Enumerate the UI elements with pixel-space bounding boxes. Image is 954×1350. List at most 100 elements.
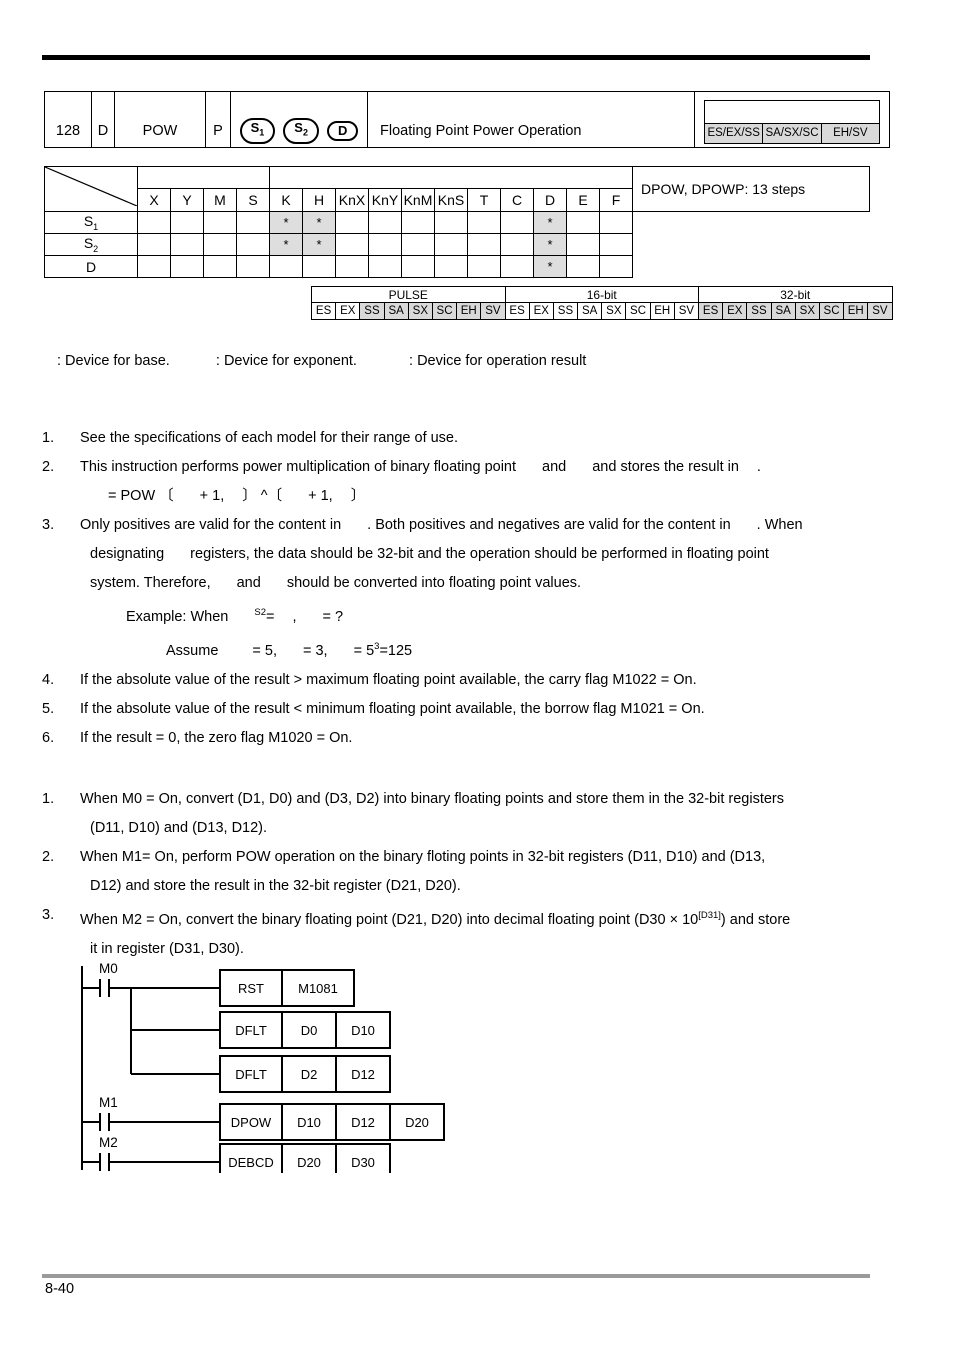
- explanation-item-3: 3. Only positives are valid for the cont…: [40, 511, 920, 540]
- contact-label-m2: M2: [99, 1135, 118, 1150]
- explanation-text-period: .: [756, 459, 761, 475]
- matrix-steps-label: DPOW, DPOWP: 13 steps: [632, 166, 870, 212]
- ladder-cell-d12-2: D12: [351, 1115, 375, 1130]
- explanation-text: If the absolute value of the result > ma…: [80, 666, 920, 695]
- explanation-text-main: This instruction performs power multipli…: [80, 459, 517, 475]
- explanation-text-tail: and stores the result in: [592, 459, 739, 475]
- program-text-line1-b: ) and store: [720, 911, 791, 928]
- model-cell-es-ex-ss: ES/EX/SS: [703, 122, 764, 144]
- header-operands-spacer: [230, 91, 368, 115]
- program-item-2-line2: D12) and store the result in the 32-bit …: [90, 878, 461, 894]
- ladder-cell-d20: D20: [405, 1115, 429, 1130]
- matrix-col-e: E: [566, 188, 600, 212]
- bit32-model-ss: SS: [746, 302, 772, 320]
- assume-b: = 3,: [302, 642, 328, 659]
- matrix-row-filler: [633, 234, 870, 256]
- program-text-line1: When M1= On, perform POW operation on th…: [80, 849, 766, 865]
- explanation-line2-a: designating: [90, 546, 165, 562]
- ladder-diagram: M0 RST M1081 DFLT D0 D10 DFLT D2 D12 M1 …: [76, 958, 496, 1173]
- pulse-model-eh: EH: [456, 302, 482, 320]
- matrix-cell: [401, 255, 435, 278]
- matrix-cell: [203, 211, 237, 234]
- formula-plus-1: + 1,: [199, 488, 225, 504]
- bit16-group-label: 16-bit: [504, 286, 699, 303]
- program-number: 3.: [42, 907, 55, 923]
- example-label: Example: When: [126, 608, 229, 625]
- explanation-item-3-line3: system. Therefore, and should be converted…: [40, 569, 920, 598]
- operand-badge-s2: S2: [283, 118, 319, 144]
- ladder-cell-dpow: DPOW: [231, 1115, 272, 1130]
- matrix-cell-mark: *: [302, 233, 336, 256]
- matrix-cell-mark: *: [269, 211, 303, 234]
- explanation-number: 4.: [42, 671, 55, 688]
- formula-open-2: 〔: [267, 488, 283, 504]
- bit32-model-es: ES: [697, 302, 724, 320]
- bit16-model-ss: SS: [552, 302, 579, 320]
- example-equals: =: [265, 608, 275, 625]
- pulse-bit-table: PULSE 16-bit 32-bit ES EX SS SA SX SC EH…: [310, 286, 893, 320]
- pulse-model-ex: EX: [335, 302, 361, 320]
- contact-label-m0: M0: [99, 961, 118, 976]
- matrix-cell: [566, 233, 600, 256]
- explanation-line3-a: system. Therefore,: [90, 575, 211, 591]
- explanation-text-tail: minimum floating point available, the bo…: [306, 700, 705, 717]
- explanation-number: 6.: [42, 729, 55, 746]
- explanation-number: 3.: [42, 517, 55, 533]
- matrix-cell: [599, 255, 633, 278]
- explanation-item-1: 1. See the specifications of each model …: [40, 424, 920, 453]
- bit32-model-ex: EX: [722, 302, 748, 320]
- explanation-text-main: Only positives are valid for the content…: [80, 517, 342, 533]
- explanation-number: 2.: [42, 459, 55, 475]
- bit16-model-sx: SX: [601, 302, 627, 320]
- matrix-row-filler: [633, 256, 870, 278]
- instruction-header-table: ES/EX/SS SA/SX/SC EH/SV 128 D POW P S1 S…: [44, 91, 890, 148]
- matrix-cell-mark: *: [302, 211, 336, 234]
- explanation-line3-c: should be converted into floating point …: [286, 575, 582, 591]
- instruction-mnemonic: POW: [114, 115, 206, 148]
- model-badge-table: ES/EX/SS SA/SX/SC EH/SV: [703, 99, 881, 144]
- ladder-cell-d20-2: D20: [297, 1155, 321, 1170]
- program-item-2: 2. When M1= On, perform POW operation on…: [40, 843, 920, 872]
- instruction-number: 128: [44, 115, 92, 148]
- formula-close-1: 〕: [242, 488, 257, 504]
- program-number: 1.: [42, 791, 55, 807]
- contact-label-m1: M1: [99, 1095, 118, 1110]
- matrix-col-t: T: [467, 188, 501, 212]
- explanation-item-6: 6. If the result = 0, the zero flag M102…: [40, 724, 920, 753]
- program-text-line1-a: When M2 = On, convert the binary floatin…: [80, 911, 699, 928]
- explanation-text-tail: maximum floating point available, the ca…: [306, 671, 697, 688]
- matrix-cell: [401, 233, 435, 256]
- explanation-item-2: 2. This instruction performs power multi…: [40, 453, 920, 482]
- ladder-cell-d2: D2: [301, 1067, 318, 1082]
- pulse-model-sa: SA: [383, 302, 409, 320]
- matrix-col-x: X: [137, 188, 171, 212]
- matrix-cell-mark: *: [533, 211, 567, 234]
- matrix-cell: [401, 211, 435, 234]
- matrix-cell: [467, 255, 501, 278]
- matrix-cell: [236, 255, 270, 278]
- pulse-model-ss: SS: [359, 302, 385, 320]
- assume-d: =125: [379, 642, 413, 659]
- matrix-cell: [368, 211, 402, 234]
- instruction-description: Floating Point Power Operation: [367, 115, 695, 148]
- matrix-cell: [500, 211, 534, 234]
- page-number: 8-40: [45, 1281, 75, 1297]
- bit32-model-sv: SV: [867, 302, 893, 320]
- formula-caret: ^: [260, 488, 268, 504]
- assume-c: = 5: [353, 642, 375, 659]
- instruction-p-flag: P: [205, 115, 231, 148]
- bit16-model-ex: EX: [528, 302, 554, 320]
- matrix-row-s2: S2 * * *: [44, 233, 870, 256]
- matrix-cell: [236, 233, 270, 256]
- header-description-spacer: [367, 91, 695, 115]
- explanation-text-mid: and: [542, 459, 567, 475]
- bit32-model-sa: SA: [770, 302, 796, 320]
- matrix-rowlabel-s1: S1: [44, 211, 138, 234]
- explanation-line3-b: and: [236, 575, 261, 591]
- bit32-model-sc: SC: [818, 302, 845, 320]
- matrix-cell: [566, 255, 600, 278]
- pulse-model-sc: SC: [431, 302, 458, 320]
- matrix-cell: [368, 255, 402, 278]
- explanation-line2-b: registers, the data should be 32-bit and…: [190, 546, 769, 562]
- explanation-text: Only positives are valid for the content…: [80, 511, 920, 540]
